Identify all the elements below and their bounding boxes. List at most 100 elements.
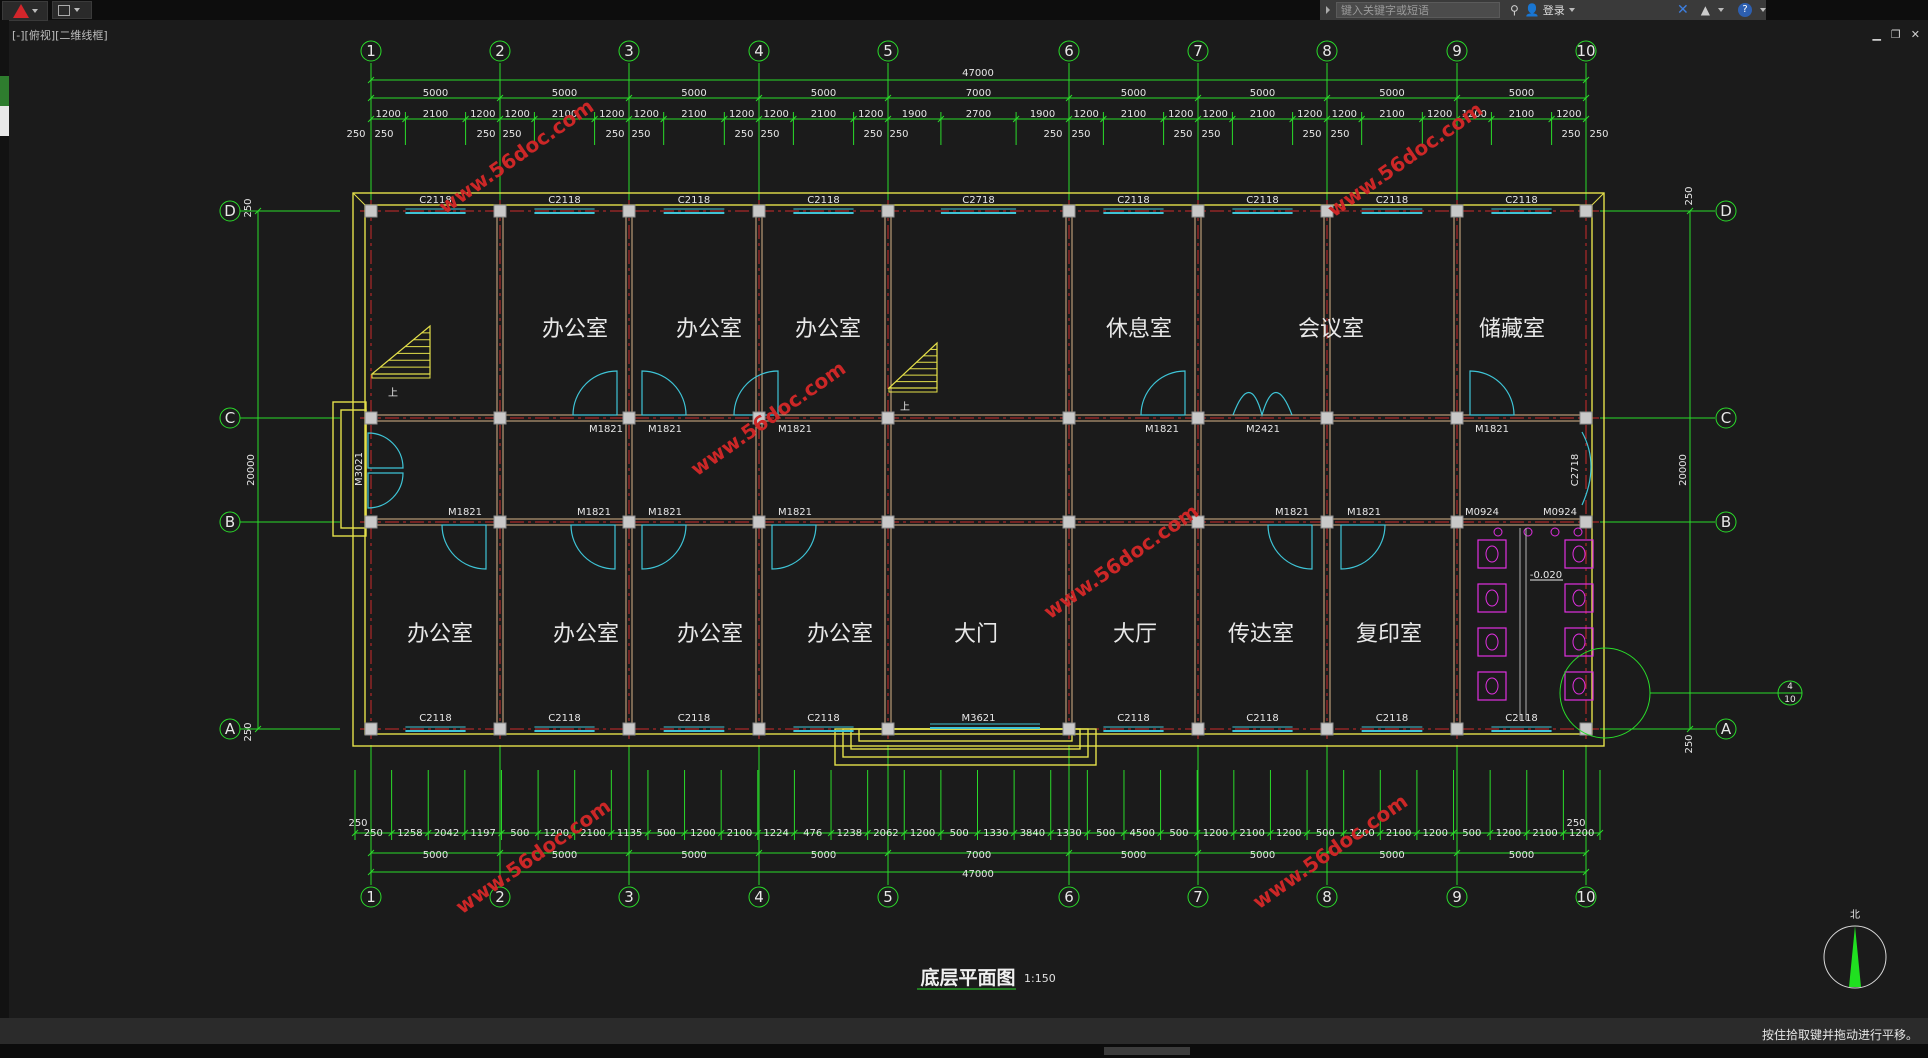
side-door-label: M3021: [354, 452, 365, 486]
dim-value: 2062: [873, 828, 898, 839]
column: [1320, 515, 1334, 529]
axis-label-2: 2: [495, 42, 505, 60]
window-label-bottom: C2118: [419, 713, 451, 724]
window-label-top: C2118: [1505, 195, 1537, 206]
dim-value: 5000: [1250, 88, 1275, 99]
north-label: 北: [1850, 909, 1860, 921]
column: [622, 411, 636, 425]
column: [1320, 411, 1334, 425]
dim-value: 2042: [434, 828, 459, 839]
walls: [332, 192, 1605, 766]
toilet-bowl: [1485, 589, 1499, 607]
dim-value: 5000: [1250, 850, 1275, 861]
sink: [1550, 527, 1560, 537]
column: [1191, 411, 1205, 425]
axis-label-10: 10: [1576, 888, 1595, 906]
dim-value: 1200: [1276, 828, 1301, 839]
dim-value: 1197: [470, 828, 495, 839]
room-label-bottom: 传达室: [1228, 622, 1294, 647]
door-b-4: [1267, 524, 1313, 570]
wall-dim: 250: [346, 129, 365, 140]
toilet-stall: [1477, 583, 1507, 613]
dim-value: 2100: [727, 828, 752, 839]
door-c-3: [1140, 370, 1186, 416]
door-label-b: M0924: [1465, 507, 1499, 518]
stair-middle: [887, 341, 938, 393]
column: [881, 411, 895, 425]
dim-value: 3840: [1020, 828, 1045, 839]
room-label-bottom: 复印室: [1356, 622, 1422, 647]
room-label-bottom: 办公室: [407, 622, 473, 647]
door-c-4: [1469, 370, 1515, 416]
axis-label-D: D: [224, 202, 236, 220]
column: [622, 515, 636, 529]
window-label-bottom: C2118: [807, 713, 839, 724]
drawing-title: 底层平面图: [920, 966, 1015, 989]
axis-label-C: C: [225, 409, 235, 427]
column: [1062, 515, 1076, 529]
door-b-0: [441, 524, 487, 570]
side-window-label: C2718: [1570, 454, 1581, 486]
bottom-scrollbar[interactable]: [0, 1044, 1928, 1058]
column: [622, 722, 636, 736]
dim-value: 1200: [1202, 109, 1227, 120]
dim-value: 1330: [1056, 828, 1081, 839]
exterior-wall-inner: [364, 204, 1593, 735]
dim-value: 1200: [1203, 828, 1228, 839]
dim-value: 500: [510, 828, 529, 839]
column: [881, 515, 895, 529]
column: [1450, 411, 1464, 425]
drawing-canvas[interactable]: 1122334455667788991010D DC CB BA A470005000 5…: [0, 0, 1928, 1018]
annotations: 1122334455667788991010D DC CB BA A470005000 5…: [224, 42, 1732, 906]
wall-dim: 250: [374, 129, 393, 140]
axis-label-A: A: [1721, 720, 1732, 738]
room-label-bottom: 大厅: [1113, 622, 1157, 647]
axis-label-3: 3: [624, 42, 634, 60]
dim-value: 5000: [811, 88, 836, 99]
window-label-top: C2118: [678, 195, 710, 206]
column: [752, 722, 766, 736]
scrollbar-thumb[interactable]: [1104, 1047, 1190, 1055]
dim-value: 2100: [1509, 109, 1534, 120]
window-label-bottom: C2118: [1246, 713, 1278, 724]
dim-value: 500: [1096, 828, 1115, 839]
door-c-0: [572, 370, 618, 416]
column: [1191, 204, 1205, 218]
axis-label-5: 5: [883, 42, 893, 60]
dim-value: 1200: [910, 828, 935, 839]
column: [1062, 411, 1076, 425]
door-label-c: M2421: [1246, 424, 1280, 435]
dim-value: 1900: [1030, 109, 1055, 120]
dim-value: 2100: [1121, 109, 1146, 120]
dim-value: 5000: [811, 850, 836, 861]
dim-value: 2100: [1379, 109, 1404, 120]
column: [752, 204, 766, 218]
door-label-b: M1821: [448, 507, 482, 518]
toilet-stall: [1564, 671, 1594, 701]
door-b-3: [771, 524, 817, 570]
door-label-b: M1821: [1347, 507, 1381, 518]
dim-value: 5000: [1121, 88, 1146, 99]
column: [364, 411, 378, 425]
watermark: www.56doc.com: [451, 794, 615, 919]
toilet-stall: [1564, 627, 1594, 657]
axis-label-6: 6: [1064, 888, 1074, 906]
column: [881, 722, 895, 736]
dim-value: 1200: [763, 109, 788, 120]
column: [1579, 204, 1593, 218]
column: [1579, 722, 1593, 736]
dim-value: 1200: [1332, 109, 1357, 120]
axis-label-4: 4: [754, 42, 764, 60]
dim-value: 2100: [681, 109, 706, 120]
column: [1062, 204, 1076, 218]
wall-dim: 250: [1330, 129, 1349, 140]
room-label-top: 办公室: [676, 317, 742, 342]
column: [1450, 722, 1464, 736]
window-label-bottom: M3621: [961, 713, 995, 724]
stair-left: [370, 324, 431, 379]
column: [1062, 722, 1076, 736]
room-label-bottom: 办公室: [677, 622, 743, 647]
room-label-top: 办公室: [795, 317, 861, 342]
column: [493, 515, 507, 529]
wall-dim: 250: [734, 129, 753, 140]
